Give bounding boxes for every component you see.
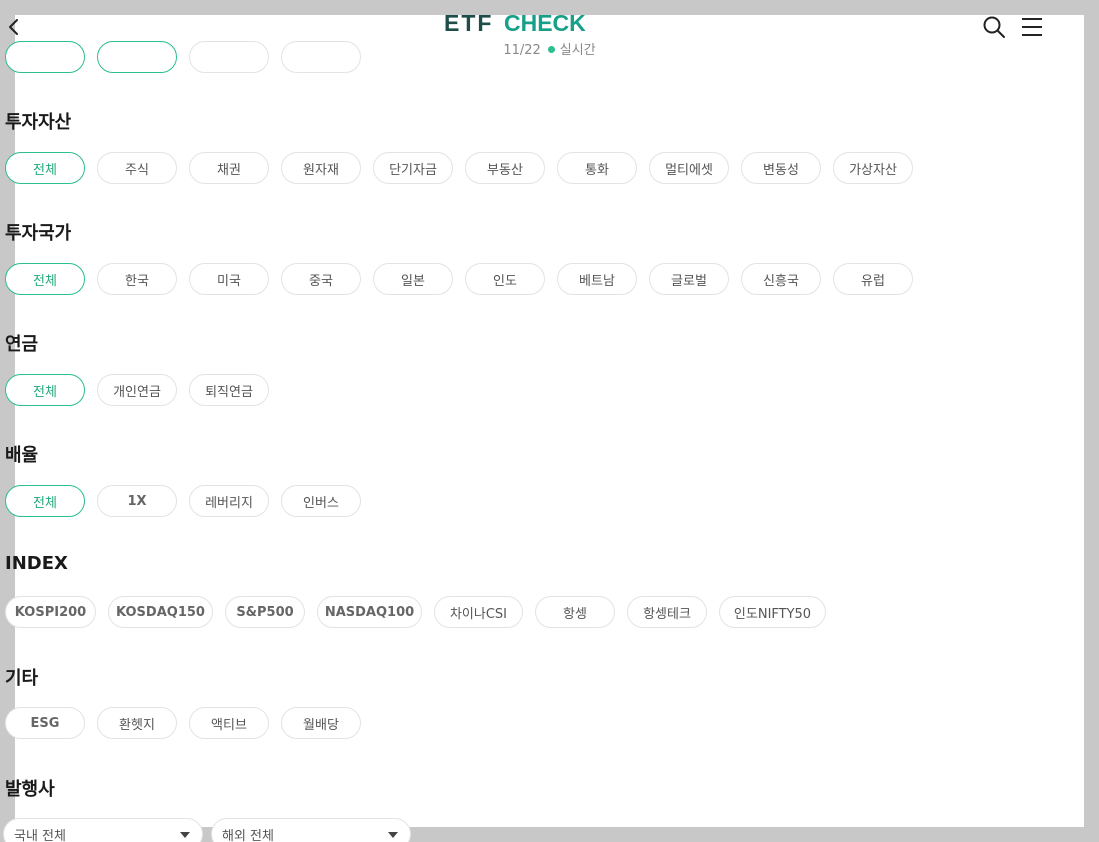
live-label: 실시간 [559, 43, 596, 58]
chip-leverage[interactable]: 인버스 [281, 485, 361, 517]
chip-etc[interactable]: 액티브 [189, 707, 269, 739]
status-line: 11/22 실시간 [0, 39, 1099, 58]
chip-leverage[interactable]: 레버리지 [189, 485, 269, 517]
chip-country[interactable]: 유럽 [833, 263, 913, 295]
chevron-down-icon [180, 832, 190, 838]
chip-pension[interactable]: 퇴직연금 [189, 374, 269, 406]
content-panel [15, 15, 1084, 827]
chip-asset[interactable]: 원자재 [281, 152, 361, 184]
section-title-index: INDEX [5, 553, 68, 574]
chip-leverage[interactable]: 1X [97, 485, 177, 517]
chip-index[interactable]: NASDAQ100 [317, 596, 422, 628]
chip-country[interactable]: 중국 [281, 263, 361, 295]
section-title-pension: 연금 [5, 334, 39, 355]
live-dot-icon [547, 46, 555, 53]
domestic-issuer-value: 국내 전체 [14, 829, 66, 842]
domestic-issuer-select[interactable]: 국내 전체 [3, 818, 203, 842]
section-title-country: 투자국가 [5, 223, 72, 244]
chip-index[interactable]: 인도NIFTY50 [719, 596, 826, 628]
section-title-issuer: 발행사 [5, 779, 55, 800]
chip-pension[interactable]: 개인연금 [97, 374, 177, 406]
chip-index[interactable]: KOSPI200 [5, 596, 96, 628]
hamburger-menu-icon[interactable] [1021, 16, 1043, 38]
page: ETF CHECK 11/22 실시간 투자자산 전체 주식 채권 원자재 단기자… [0, 0, 1099, 842]
chip-index[interactable]: 항셍테크 [627, 596, 707, 628]
chip-etc[interactable]: ESG [5, 707, 85, 739]
chevron-down-icon [388, 832, 398, 838]
overseas-issuer-value: 해외 전체 [222, 829, 274, 842]
chip-country[interactable]: 베트남 [557, 263, 637, 295]
chip-asset[interactable]: 단기자금 [373, 152, 453, 184]
chip-country[interactable]: 글로벌 [649, 263, 729, 295]
chip-country[interactable]: 인도 [465, 263, 545, 295]
logo-check-text: CHECK [504, 10, 586, 36]
section-title-etc: 기타 [5, 668, 39, 689]
chip-asset[interactable]: 채권 [189, 152, 269, 184]
chip-etc[interactable]: 월배당 [281, 707, 361, 739]
logo-etf-text: ETF [444, 10, 493, 36]
chip-asset[interactable]: 변동성 [741, 152, 821, 184]
chip-leverage-all[interactable]: 전체 [5, 485, 85, 517]
chip-pension-all[interactable]: 전체 [5, 374, 85, 406]
chip-country[interactable]: 미국 [189, 263, 269, 295]
chip-country[interactable]: 일본 [373, 263, 453, 295]
chip-asset[interactable]: 통화 [557, 152, 637, 184]
search-icon[interactable] [982, 15, 1006, 39]
chip-asset[interactable]: 주식 [97, 152, 177, 184]
chip-etc[interactable]: 환헷지 [97, 707, 177, 739]
overseas-issuer-select[interactable]: 해외 전체 [211, 818, 411, 842]
chip-asset[interactable]: 가상자산 [833, 152, 913, 184]
chip-index[interactable]: 차이나CSI [434, 596, 523, 628]
date-text: 11/22 [503, 43, 541, 58]
chip-country[interactable]: 한국 [97, 263, 177, 295]
chip-index[interactable]: KOSDAQ150 [108, 596, 213, 628]
chip-asset[interactable]: 멀티에셋 [649, 152, 729, 184]
chip-index[interactable]: S&P500 [225, 596, 305, 628]
section-title-asset: 투자자산 [5, 112, 72, 133]
chip-asset[interactable]: 부동산 [465, 152, 545, 184]
etfcheck-logo[interactable]: ETF CHECK [444, 10, 600, 36]
chip-asset-all[interactable]: 전체 [5, 152, 85, 184]
chip-country[interactable]: 신흥국 [741, 263, 821, 295]
chip-index[interactable]: 항셍 [535, 596, 615, 628]
back-arrow-icon[interactable] [4, 16, 26, 38]
section-title-leverage: 배율 [5, 445, 39, 466]
app-header: ETF CHECK 11/22 실시간 [0, 0, 1099, 62]
chip-country-all[interactable]: 전체 [5, 263, 85, 295]
